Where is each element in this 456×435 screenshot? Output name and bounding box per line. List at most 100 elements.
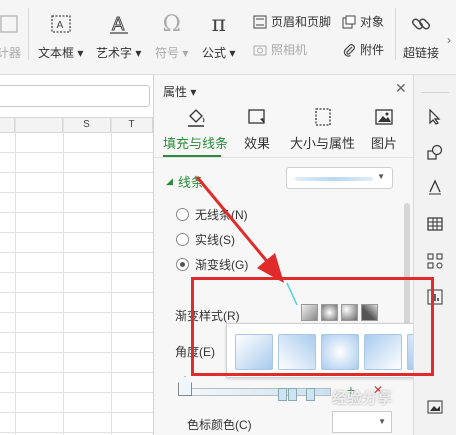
- chevron-down-icon: ▼: [378, 417, 386, 426]
- tab-picture[interactable]: 图片: [371, 105, 397, 152]
- gradient-preset-4[interactable]: [364, 334, 402, 370]
- gradient-preset-1[interactable]: [235, 334, 273, 370]
- wordart-icon: A: [104, 10, 134, 38]
- column-header-t[interactable]: T: [111, 117, 153, 133]
- app-window: 计器 A 文本框 ▾ A 艺术字 ▾ Ω 符号 ▾ π 公式 ▾ 页眉和页脚 照…: [0, 0, 456, 435]
- radio-solid-line[interactable]: 实线(S): [176, 231, 235, 248]
- radio-label: 实线(S): [195, 233, 235, 247]
- attachment-label: 附件: [360, 43, 385, 57]
- collapse-triangle-icon: ◢: [166, 176, 173, 186]
- gradient-preset-2[interactable]: [278, 334, 316, 370]
- tab-size-and-properties[interactable]: 大小与属性: [290, 105, 355, 152]
- form-icon: [0, 10, 24, 38]
- cursor-icon[interactable]: [425, 107, 445, 127]
- hyperlink-button[interactable]: 超链接: [403, 10, 439, 61]
- ribbon-expand-icon[interactable]: ›: [447, 33, 451, 47]
- textbox-button[interactable]: A 文本框 ▾: [38, 10, 83, 61]
- right-toolbar: [413, 75, 456, 435]
- gradient-style-options: [301, 304, 378, 321]
- tab-effect[interactable]: 效果: [244, 105, 270, 152]
- radio-circle-selected: [176, 258, 189, 271]
- tab-fill-and-line[interactable]: 填充与线条: [163, 105, 228, 152]
- chevron-down-icon: ▾: [74, 46, 84, 60]
- size-icon: [310, 105, 336, 129]
- attachment-button[interactable]: 附件: [341, 41, 384, 58]
- line-preview-dropdown[interactable]: ▼: [286, 167, 393, 189]
- camera-label: 照相机: [271, 43, 308, 57]
- wordart-button[interactable]: A 艺术字 ▾: [96, 10, 141, 61]
- shapes-icon[interactable]: [425, 142, 445, 162]
- chevron-down-icon: ▾: [226, 46, 236, 60]
- object-button[interactable]: 对象: [341, 13, 384, 30]
- svg-text:A: A: [112, 14, 125, 35]
- header-footer-label: 页眉和页脚: [271, 15, 332, 29]
- omega-icon: Ω: [162, 11, 181, 37]
- hyperlink-label: 超链接: [403, 46, 440, 60]
- partial-ribbon-button[interactable]: 计器: [0, 10, 24, 61]
- gradient-style-path[interactable]: [361, 304, 378, 321]
- symbol-label: 符号: [155, 46, 180, 60]
- gradient-style-rect[interactable]: [341, 304, 358, 321]
- radio-label: 渐变线(G): [195, 258, 249, 272]
- tab-label: 填充与线条: [163, 136, 229, 151]
- gradient-stop-handle[interactable]: [306, 388, 315, 401]
- gradient-stop-handle[interactable]: [288, 388, 297, 401]
- column-header[interactable]: [0, 117, 15, 133]
- gradient-style-radial[interactable]: [321, 304, 338, 321]
- effect-icon: [244, 105, 270, 129]
- gradient-stop-handle[interactable]: [178, 376, 192, 396]
- tab-label: 图片: [371, 136, 398, 151]
- angle-label: 角度(E): [175, 345, 215, 359]
- gradient-preset-3[interactable]: [321, 334, 359, 370]
- link-icon: [406, 10, 436, 38]
- header-footer-icon: [252, 14, 268, 30]
- wordart-label: 艺术字: [96, 46, 133, 60]
- tab-label: 大小与属性: [290, 136, 356, 151]
- toolbar-divider: [421, 92, 449, 93]
- section-line-header[interactable]: ◢ 线条: [166, 172, 204, 191]
- grid-line: [15, 117, 16, 435]
- radio-circle: [176, 233, 189, 246]
- stop-color-label: 色标颜色(C): [187, 418, 252, 432]
- text-style-icon[interactable]: [425, 177, 445, 197]
- camera-button[interactable]: 照相机: [252, 41, 307, 58]
- ribbon-toolbar: 计器 A 文本框 ▾ A 艺术字 ▾ Ω 符号 ▾ π 公式 ▾ 页眉和页脚 照…: [0, 0, 456, 75]
- fill-bucket-icon: [183, 105, 209, 129]
- stop-color-dropdown[interactable]: ▼: [332, 411, 392, 433]
- column-header-s[interactable]: S: [63, 117, 111, 133]
- grid-line: [63, 117, 64, 435]
- column-header[interactable]: [15, 117, 63, 133]
- textbox-icon: A: [46, 10, 76, 38]
- ribbon-divider: [28, 8, 29, 60]
- spreadsheet-area: S T: [0, 75, 153, 435]
- watermark: 经验分享: [332, 390, 393, 407]
- ribbon-divider: [395, 8, 396, 60]
- cell-grid[interactable]: [0, 133, 153, 435]
- apps-grid-icon[interactable]: [425, 251, 445, 271]
- paperclip-icon: [341, 42, 357, 58]
- gradient-stop-handle[interactable]: [278, 388, 287, 401]
- table-icon[interactable]: [425, 214, 445, 234]
- section-title: 线条: [177, 175, 204, 190]
- radio-gradient-line[interactable]: 渐变线(G): [176, 256, 248, 273]
- formula-bar[interactable]: [0, 85, 150, 107]
- panel-title-text: 属性: [163, 85, 188, 99]
- symbol-button[interactable]: Ω 符号 ▾: [155, 10, 188, 61]
- formula-button[interactable]: π 公式 ▾: [202, 10, 235, 61]
- partial-ribbon-label: 计器: [0, 46, 21, 60]
- gradient-style-linear[interactable]: [301, 304, 318, 321]
- panel-title[interactable]: 属性 ▾: [163, 83, 196, 100]
- close-icon[interactable]: ✕: [395, 80, 407, 97]
- chevron-down-icon: ▼: [377, 172, 385, 181]
- header-footer-button[interactable]: 页眉和页脚: [252, 13, 331, 30]
- grid-line: [111, 117, 112, 435]
- panel-scrollbar[interactable]: [404, 203, 410, 333]
- image-icon[interactable]: [425, 397, 445, 417]
- tab-divider: [154, 157, 413, 158]
- radio-circle: [176, 208, 189, 221]
- gradient-line-sample: [295, 177, 373, 181]
- chevron-down-icon: ▾: [187, 85, 197, 99]
- camera-icon: [252, 42, 268, 58]
- chart-icon[interactable]: [425, 287, 445, 307]
- radio-no-line[interactable]: 无线条(N): [176, 206, 248, 223]
